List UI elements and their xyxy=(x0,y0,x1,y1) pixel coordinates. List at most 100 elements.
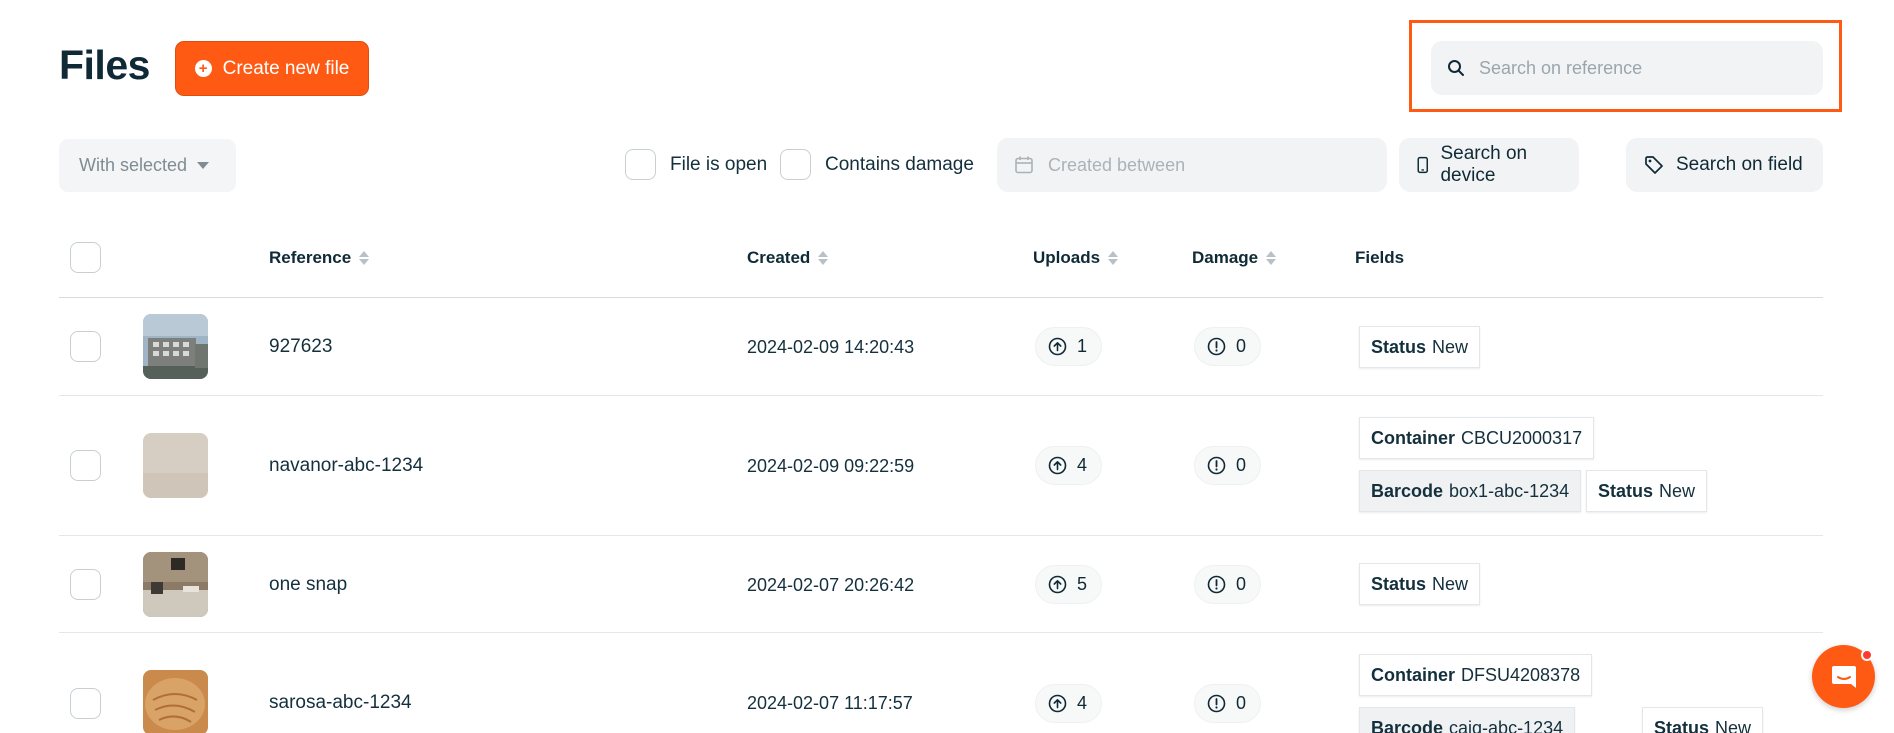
damage-value: 0 xyxy=(1236,693,1247,713)
damage-value: 0 xyxy=(1236,574,1247,594)
created-between-placeholder: Created between xyxy=(1048,154,1186,175)
with-selected-dropdown[interactable]: With selected xyxy=(59,139,236,192)
chat-icon xyxy=(1831,665,1856,688)
search-reference-input[interactable] xyxy=(1479,57,1799,79)
row-checkbox[interactable] xyxy=(70,331,101,362)
field-tag: Container DFSU4208378 xyxy=(1359,654,1593,696)
table-row[interactable]: navanor-abc-1234 2024-02-09 09:22:59 4 0… xyxy=(59,396,1823,536)
file-reference[interactable]: 927623 xyxy=(269,336,332,358)
uploads-count: 4 xyxy=(1035,684,1103,723)
field-tag: Status New xyxy=(1586,470,1708,512)
field-value: caiq-abc-1234 xyxy=(1449,717,1564,733)
field-tag: Container CBCU2000317 xyxy=(1359,417,1595,459)
select-all-checkbox[interactable] xyxy=(70,242,101,273)
table-row[interactable]: 927623 2024-02-09 14:20:43 1 0 Status Ne… xyxy=(59,298,1823,396)
field-value: CBCU2000317 xyxy=(1461,427,1583,448)
field-value: New xyxy=(1659,480,1696,501)
search-on-device-button[interactable]: Search on device xyxy=(1399,138,1579,192)
search-box[interactable] xyxy=(1431,41,1823,95)
search-on-field-label: Search on field xyxy=(1676,154,1803,175)
damage-count: 0 xyxy=(1194,565,1262,604)
field-value: box1-abc-1234 xyxy=(1449,480,1570,501)
exclamation-circle-icon xyxy=(1207,337,1226,356)
field-value: New xyxy=(1432,573,1469,594)
uploads-value: 1 xyxy=(1077,336,1088,356)
field-tag: Barcode box1-abc-1234 xyxy=(1359,470,1582,512)
file-is-open-label: File is open xyxy=(670,153,768,175)
field-key: Status xyxy=(1598,480,1654,501)
uploads-value: 5 xyxy=(1077,574,1088,594)
column-reference-label: Reference xyxy=(269,248,352,267)
page-title: Files xyxy=(59,42,150,88)
tag-icon xyxy=(1645,156,1663,174)
column-uploads[interactable]: Uploads xyxy=(1033,248,1119,268)
file-created: 2024-02-09 09:22:59 xyxy=(747,456,915,476)
file-thumbnail[interactable] xyxy=(143,314,208,379)
sort-icon xyxy=(1108,251,1119,265)
sort-icon xyxy=(359,251,370,265)
row-checkbox[interactable] xyxy=(70,688,101,719)
table-row[interactable]: one snap 2024-02-07 20:26:42 5 0 Status … xyxy=(59,536,1823,633)
damage-value: 0 xyxy=(1236,336,1247,356)
column-uploads-label: Uploads xyxy=(1033,248,1101,267)
contains-damage-filter[interactable]: Contains damage xyxy=(780,149,974,180)
arrow-up-circle-icon xyxy=(1048,694,1067,713)
calendar-icon xyxy=(1015,156,1033,174)
caret-down-icon xyxy=(197,162,210,169)
file-is-open-checkbox[interactable] xyxy=(625,149,656,180)
exclamation-circle-icon xyxy=(1207,456,1226,475)
contains-damage-label: Contains damage xyxy=(825,153,974,175)
field-value: New xyxy=(1715,717,1752,733)
uploads-value: 4 xyxy=(1077,455,1088,475)
file-created: 2024-02-07 11:17:57 xyxy=(747,693,913,713)
column-damage[interactable]: Damage xyxy=(1192,248,1277,268)
exclamation-circle-icon xyxy=(1207,694,1226,713)
search-on-field-button[interactable]: Search on field xyxy=(1626,138,1823,192)
column-reference[interactable]: Reference xyxy=(269,248,370,268)
field-tag: Barcode caiq-abc-1234 xyxy=(1359,707,1576,733)
uploads-count: 4 xyxy=(1035,446,1103,485)
field-value: DFSU4208378 xyxy=(1461,664,1581,685)
file-reference[interactable]: navanor-abc-1234 xyxy=(269,455,423,477)
field-tag: Status New xyxy=(1359,326,1481,368)
field-value: New xyxy=(1432,336,1469,357)
notification-dot xyxy=(1861,649,1873,661)
column-fields-label: Fields xyxy=(1355,248,1405,267)
column-created[interactable]: Created xyxy=(747,248,829,268)
file-reference[interactable]: one snap xyxy=(269,574,347,596)
file-thumbnail[interactable] xyxy=(143,433,208,498)
file-is-open-filter[interactable]: File is open xyxy=(625,149,767,180)
sort-icon xyxy=(1266,251,1277,265)
column-created-label: Created xyxy=(747,248,811,267)
uploads-value: 4 xyxy=(1077,693,1088,713)
plus-circle-icon: + xyxy=(194,60,212,77)
field-key: Barcode xyxy=(1371,480,1444,501)
damage-value: 0 xyxy=(1236,455,1247,475)
field-tag: Status New xyxy=(1359,563,1481,605)
file-thumbnail[interactable] xyxy=(143,670,208,733)
table-header: Reference Created Uploads Damage Fields xyxy=(59,225,1823,298)
table-row[interactable]: sarosa-abc-1234 2024-02-07 11:17:57 4 0 … xyxy=(59,633,1823,733)
create-new-file-button[interactable]: + Create new file xyxy=(175,41,369,96)
field-tag: Status New xyxy=(1642,707,1764,733)
damage-count: 0 xyxy=(1194,446,1262,485)
create-new-file-label: Create new file xyxy=(222,57,350,79)
row-checkbox[interactable] xyxy=(70,569,101,600)
exclamation-circle-icon xyxy=(1207,575,1226,594)
uploads-count: 5 xyxy=(1035,565,1103,604)
field-key: Container xyxy=(1371,664,1456,685)
sort-icon xyxy=(818,251,829,265)
row-checkbox[interactable] xyxy=(70,450,101,481)
file-created: 2024-02-07 20:26:42 xyxy=(747,575,915,595)
arrow-up-circle-icon xyxy=(1048,575,1067,594)
contains-damage-checkbox[interactable] xyxy=(780,149,811,180)
damage-count: 0 xyxy=(1194,684,1262,723)
file-thumbnail[interactable] xyxy=(143,552,208,617)
arrow-up-circle-icon xyxy=(1048,456,1067,475)
file-reference[interactable]: sarosa-abc-1234 xyxy=(269,692,412,714)
search-on-device-label: Search on device xyxy=(1440,143,1528,186)
arrow-up-circle-icon xyxy=(1048,337,1067,356)
damage-count: 0 xyxy=(1194,327,1262,366)
file-created: 2024-02-09 14:20:43 xyxy=(747,337,915,357)
created-between-input[interactable]: Created between xyxy=(997,138,1387,192)
